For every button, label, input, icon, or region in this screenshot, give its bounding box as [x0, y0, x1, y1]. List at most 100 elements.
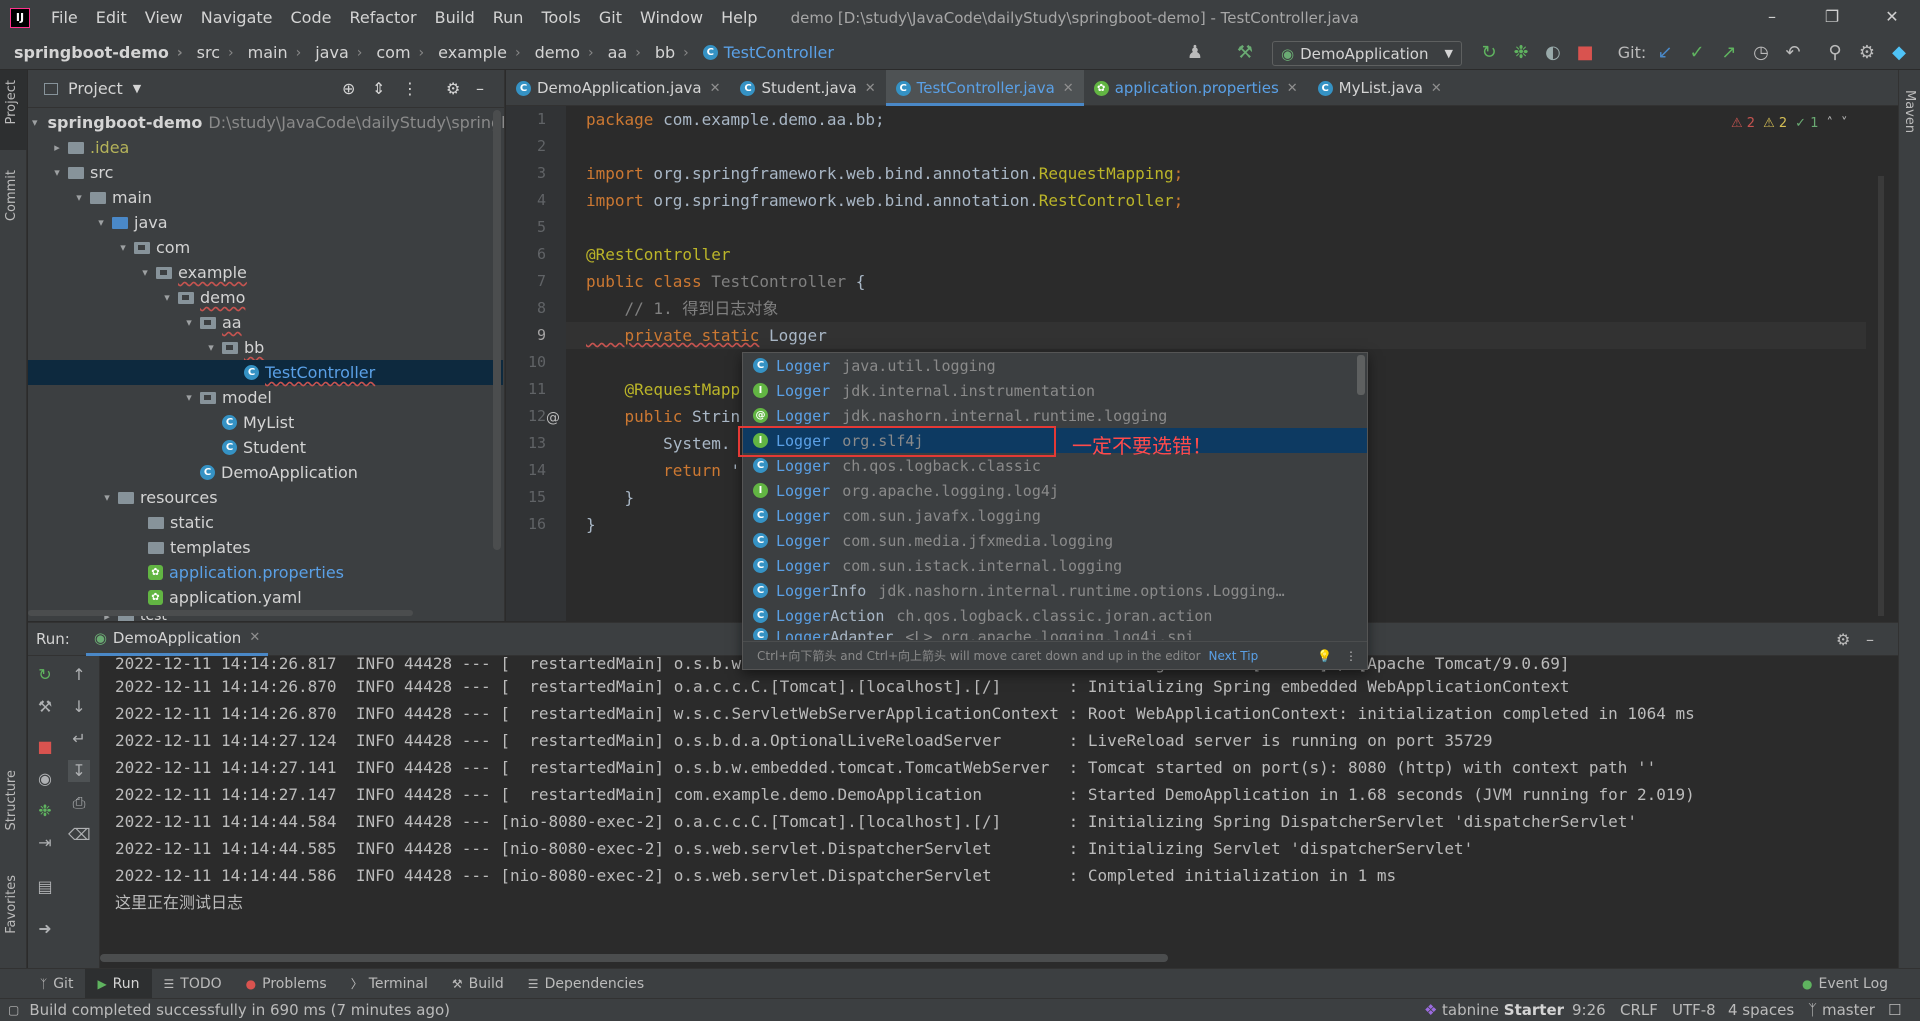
- coverage-icon[interactable]: ◐: [1542, 42, 1564, 64]
- tool-window-maven[interactable]: Maven: [1902, 90, 1917, 133]
- tree-item-demo[interactable]: ▾ demo: [28, 285, 503, 310]
- close-icon[interactable]: ✕: [1864, 0, 1920, 36]
- horizontal-scrollbar[interactable]: [28, 610, 413, 616]
- menu-file[interactable]: File: [42, 0, 87, 36]
- tool-window-commit[interactable]: Commit: [4, 170, 19, 221]
- tab-testcontroller-java[interactable]: C TestController.java ✕: [885, 70, 1084, 106]
- git-commit-icon[interactable]: ✓: [1686, 42, 1708, 64]
- menu-view[interactable]: View: [136, 0, 192, 36]
- tab-student-java[interactable]: C Student.java ✕: [730, 70, 885, 106]
- console-output[interactable]: 2022-12-11 14:14:26.817 INFO 44428 --- […: [100, 656, 1898, 968]
- menu-git[interactable]: Git: [590, 0, 631, 36]
- history-icon[interactable]: ◷: [1750, 42, 1772, 64]
- breadcrumb-current-file[interactable]: C TestController: [689, 43, 834, 62]
- tree-item-templates[interactable]: templates: [28, 535, 503, 560]
- vertical-scrollbar[interactable]: [493, 110, 501, 550]
- locate-file-icon[interactable]: ⊕: [342, 79, 355, 98]
- tree-item-model[interactable]: ▾ model: [28, 385, 503, 410]
- caret-position[interactable]: 9:26: [1572, 999, 1606, 1021]
- rerun-icon[interactable]: ↻: [34, 664, 56, 686]
- close-tab-icon[interactable]: ✕: [710, 81, 721, 96]
- tool-tab-git[interactable]: ᛉ Git: [28, 969, 85, 999]
- soft-wrap-icon[interactable]: ↵: [68, 728, 90, 750]
- tool-tab-run[interactable]: ▶ Run: [85, 968, 152, 999]
- breadcrumb-bb[interactable]: bb ›: [641, 43, 689, 62]
- completion-item[interactable]: I Logger jdk.internal.instrumentation: [743, 378, 1367, 403]
- tree-item-resources[interactable]: ▾ resources: [28, 485, 503, 510]
- tree-item-com[interactable]: ▾ com: [28, 235, 503, 260]
- menu-navigate[interactable]: Navigate: [192, 0, 282, 36]
- menu-build[interactable]: Build: [426, 0, 484, 36]
- git-push-icon[interactable]: ↗: [1718, 42, 1740, 64]
- camera-icon[interactable]: ◉: [34, 768, 56, 790]
- tool-tab-build[interactable]: ⚒ Build: [440, 969, 516, 999]
- git-update-icon[interactable]: ↙: [1654, 42, 1676, 64]
- wrench-icon[interactable]: ⚒: [34, 696, 56, 718]
- chevron-down-icon[interactable]: ˅: [1841, 116, 1848, 131]
- menu-edit[interactable]: Edit: [87, 0, 136, 36]
- search-icon[interactable]: ⚲: [1824, 42, 1846, 64]
- tree-item-testcontroller[interactable]: C TestController: [28, 360, 503, 385]
- debug-icon[interactable]: ❉: [1510, 42, 1532, 64]
- scroll-to-end-icon[interactable]: ↧: [68, 760, 90, 782]
- settings-gear-icon[interactable]: ⚙: [1836, 630, 1850, 649]
- stop-icon[interactable]: ■: [1574, 42, 1596, 64]
- completion-item[interactable]: C Logger Action ch.qos.logback.classic.jora…: [743, 603, 1367, 628]
- tree-item-aa[interactable]: ▾ aa: [28, 310, 503, 335]
- completion-item[interactable]: C Logger Adapter <L> org.apache.logging.log…: [743, 628, 1367, 640]
- console-scrollbar[interactable]: [100, 954, 1168, 962]
- tree-item-demoapplication[interactable]: C DemoApplication: [28, 460, 503, 485]
- restore-icon[interactable]: ❐: [1804, 0, 1860, 36]
- tab-demoapplication-java[interactable]: C DemoApplication.java ✕: [506, 70, 730, 106]
- breadcrumb-main[interactable]: main ›: [234, 43, 302, 62]
- chevron-up-icon[interactable]: ˄: [1826, 116, 1833, 131]
- expand-all-icon[interactable]: ⇕: [372, 79, 385, 98]
- tool-tab-todo[interactable]: ☰ TODO: [152, 969, 234, 999]
- pin-icon[interactable]: ➜: [34, 918, 56, 940]
- breadcrumb-project[interactable]: springboot-demo ›: [0, 43, 183, 62]
- tool-tab-event-log[interactable]: ● Event Log: [1790, 969, 1900, 999]
- plugin-icon[interactable]: ◆: [1888, 42, 1910, 64]
- close-tab-icon[interactable]: ✕: [865, 81, 876, 96]
- tree-item-bb[interactable]: ▾ bb: [28, 335, 503, 360]
- next-tip-link[interactable]: Next Tip: [1209, 649, 1259, 663]
- tool-window-favorites[interactable]: Favorites: [4, 875, 19, 934]
- menu-help[interactable]: Help: [712, 0, 766, 36]
- tree-item-main[interactable]: ▾ main: [28, 185, 503, 210]
- settings-gear-icon[interactable]: ⚙: [1856, 42, 1878, 64]
- hide-panel-icon[interactable]: –: [476, 79, 484, 98]
- completion-item[interactable]: C Logger java.util.logging: [743, 353, 1367, 378]
- menu-code[interactable]: Code: [282, 0, 341, 36]
- tab-mylist-java[interactable]: C MyList.java ✕: [1308, 70, 1452, 106]
- tree-item-idea[interactable]: ▸ .idea: [28, 135, 503, 160]
- breadcrumb-java[interactable]: java ›: [301, 43, 362, 62]
- settings-gear-icon[interactable]: ⚙: [446, 79, 460, 98]
- close-tab-icon[interactable]: ✕: [1063, 81, 1074, 96]
- run-configuration-select[interactable]: ◉ DemoApplication ▼: [1272, 41, 1462, 66]
- exit-icon[interactable]: ⇥: [34, 832, 56, 854]
- completion-scrollbar[interactable]: [1357, 355, 1365, 395]
- breadcrumb-demo[interactable]: demo ›: [521, 43, 594, 62]
- arrow-down-icon[interactable]: ↓: [68, 696, 90, 718]
- layout-icon[interactable]: ▤: [34, 876, 56, 898]
- lightbulb-icon[interactable]: 💡: [1317, 649, 1332, 663]
- close-tab-icon[interactable]: ✕: [1287, 81, 1298, 96]
- tool-tab-terminal[interactable]: 〉 Terminal: [339, 969, 440, 999]
- completion-item[interactable]: C Logger com.sun.javafx.logging: [743, 503, 1367, 528]
- rollback-icon[interactable]: ↶: [1782, 42, 1804, 64]
- tree-item-student[interactable]: C Student: [28, 435, 503, 460]
- inspection-widget[interactable]: ⚠ 2 ⚠ 2 ✓ 1 ˄ ˅: [1731, 116, 1847, 131]
- print-icon[interactable]: ⎙: [68, 792, 90, 814]
- chevron-down-icon[interactable]: ▼: [133, 82, 141, 95]
- arrow-up-icon[interactable]: ↑: [68, 664, 90, 686]
- tree-item-src[interactable]: ▾ src: [28, 160, 503, 185]
- tabnine-label[interactable]: tabnine Starter: [1442, 999, 1564, 1021]
- completion-item[interactable]: C Logger com.sun.istack.internal.logging: [743, 553, 1367, 578]
- trash-icon[interactable]: ⌫: [68, 824, 91, 846]
- indent-setting[interactable]: 4 spaces: [1728, 999, 1794, 1021]
- menu-window[interactable]: Window: [631, 0, 712, 36]
- mapping-gutter-icon[interactable]: @: [546, 410, 560, 426]
- tree-item-project-root[interactable]: ▾ springboot-demo D:\study\JavaCode\daily…: [28, 110, 504, 135]
- line-separator[interactable]: CRLF: [1620, 999, 1658, 1021]
- minimize-icon[interactable]: –: [1744, 0, 1800, 36]
